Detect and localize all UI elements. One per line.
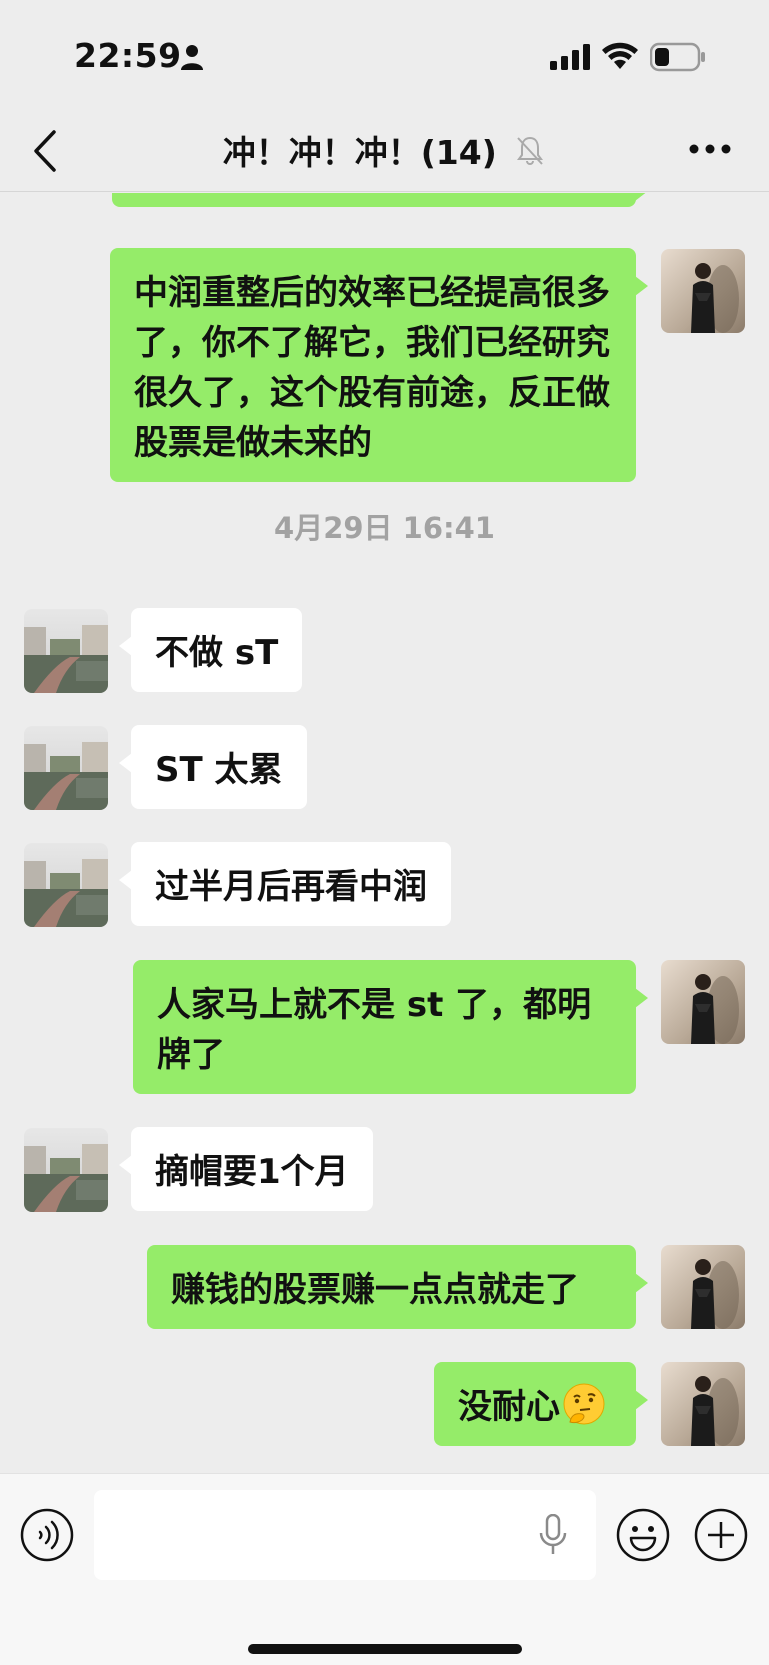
home-indicator[interactable] xyxy=(248,1644,522,1654)
message-bubble[interactable]: 过半月后再看中润 xyxy=(119,842,451,926)
voice-mode-icon[interactable] xyxy=(20,1508,74,1562)
message-bubble[interactable]: 赚钱的股票赚一点点就走了 xyxy=(147,1245,648,1329)
contact-avatar[interactable] xyxy=(24,609,108,693)
status-bar: 22:59 xyxy=(0,0,769,110)
microphone-icon[interactable] xyxy=(538,1514,568,1556)
chat-title[interactable]: 冲！冲！冲！(14) xyxy=(0,126,769,174)
wifi-icon xyxy=(602,42,638,69)
person-fill-icon xyxy=(181,45,203,70)
message-bubble[interactable]: 摘帽要1个月 xyxy=(119,1127,373,1211)
plus-circle-icon[interactable] xyxy=(694,1508,748,1562)
contact-avatar[interactable] xyxy=(24,1128,108,1212)
my-avatar[interactable] xyxy=(661,1362,745,1446)
contact-avatar[interactable] xyxy=(24,843,108,927)
message-bubble-partial[interactable] xyxy=(112,193,648,207)
my-avatar[interactable] xyxy=(661,249,745,333)
ellipsis-icon[interactable] xyxy=(688,142,732,156)
smiley-icon[interactable] xyxy=(616,1508,670,1562)
nav-bar: 冲！冲！冲！(14) xyxy=(0,110,769,192)
message-bubble[interactable]: 不做 sT xyxy=(118,608,303,692)
chat-messages[interactable]: 中润重整后的效率已经提高很多了，你不了解它，我们已经研究很久了，这个股有前途，反… xyxy=(0,193,769,1473)
thinking-face-emoji-icon xyxy=(563,1383,605,1425)
bell-slash-icon xyxy=(517,136,544,165)
chat-title-text: 冲！冲！冲！(14) xyxy=(222,133,497,172)
contact-avatar[interactable] xyxy=(24,726,108,810)
status-time: 22:59 xyxy=(74,36,182,75)
my-avatar[interactable] xyxy=(661,960,745,1044)
input-bar xyxy=(0,1473,769,1665)
battery-low-icon xyxy=(650,42,705,72)
message-bubble[interactable]: 中润重整后的效率已经提高很多了，你不了解它，我们已经研究很久了，这个股有前途，反… xyxy=(110,248,648,482)
cellular-signal-icon xyxy=(550,44,590,70)
message-input[interactable] xyxy=(94,1490,596,1580)
message-bubble[interactable]: 没耐心 xyxy=(434,1362,648,1446)
my-avatar[interactable] xyxy=(661,1245,745,1329)
message-bubble[interactable]: 人家马上就不是 st 了，都明牌了 xyxy=(133,960,648,1094)
message-bubble[interactable]: ST 太累 xyxy=(119,725,307,809)
message-timestamp: 4月29日 16:41 xyxy=(274,511,495,545)
